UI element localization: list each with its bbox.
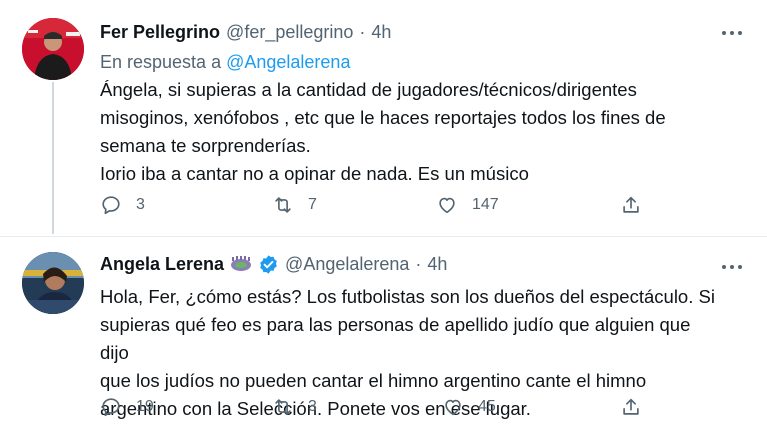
heart-icon (439, 197, 455, 214)
reply-button[interactable]: 3 (100, 194, 145, 216)
reply-icon (102, 196, 120, 215)
separator: · (415, 254, 422, 274)
retweet-count: 3 (308, 398, 317, 415)
reply-count: 19 (136, 398, 154, 415)
tweet-text-line: supieras qué feo es para las personas de… (100, 314, 691, 363)
like-count: 147 (472, 196, 499, 213)
timestamp[interactable]: 4h (427, 254, 447, 275)
reply-icon (102, 398, 120, 417)
tweet-text-line: Ángela, si supieras a la cantidad de jug… (100, 79, 637, 100)
display-name[interactable]: Angela Lerena (100, 254, 224, 275)
tweet-text-line: que los judíos no pueden cantar el himno… (100, 370, 647, 391)
user-handle[interactable]: @Angelalerena (285, 254, 409, 275)
share-icon (623, 196, 639, 213)
tweet-header: Fer Pellegrino @fer_pellegrino · 4h (100, 22, 391, 43)
tweet-text-line: Hola, Fer, ¿cómo estás? Los futbolistas … (100, 286, 715, 307)
tweet-text-line: Iorio iba a cantar no a opinar de nada. … (100, 163, 529, 184)
timestamp[interactable]: 4h (371, 22, 391, 43)
tweet-text-line: semana te sorprenderías. (100, 135, 311, 156)
tweet-angela-lerena[interactable]: Angela Lerena @Angelalerena · 4h Hola, F… (0, 236, 767, 430)
retweet-button[interactable]: 7 (272, 194, 317, 216)
stadium-emoji-icon (230, 255, 252, 275)
more-options-icon[interactable] (721, 258, 743, 269)
separator: · (359, 22, 366, 42)
thread-line (52, 82, 54, 234)
tweet-actions: 3 7 147 (100, 194, 767, 224)
like-count: 45 (478, 398, 496, 415)
like-button[interactable]: 147 (436, 194, 499, 216)
tweet-fer-pellegrino[interactable]: Fer Pellegrino @fer_pellegrino · 4h En r… (0, 0, 767, 236)
like-button[interactable]: 45 (442, 396, 496, 418)
display-name[interactable]: Fer Pellegrino (100, 22, 220, 43)
retweet-button[interactable]: 3 (272, 396, 317, 418)
tweet-actions: 19 3 45 (100, 396, 767, 426)
reply-handle-link[interactable]: @Angelalerena (226, 52, 350, 72)
avatar[interactable] (22, 18, 84, 80)
avatar[interactable] (22, 252, 84, 314)
share-button[interactable] (620, 194, 656, 216)
tweet-text: Ángela, si supieras a la cantidad de jug… (100, 76, 720, 188)
share-button[interactable] (620, 396, 656, 418)
retweet-icon (275, 399, 291, 415)
tweet-header: Angela Lerena @Angelalerena · 4h (100, 254, 447, 275)
retweet-count: 7 (308, 196, 317, 213)
tweet-text-line: misoginos, xenófobos , etc que le haces … (100, 107, 666, 128)
reply-button[interactable]: 19 (100, 396, 154, 418)
reply-count: 3 (136, 196, 145, 213)
replying-to: En respuesta a @Angelalerena (100, 52, 350, 73)
share-icon (623, 398, 639, 415)
retweet-icon (275, 197, 291, 213)
more-options-icon[interactable] (721, 24, 743, 35)
user-handle[interactable]: @fer_pellegrino (226, 22, 353, 43)
heart-icon (445, 399, 461, 416)
verified-badge-icon (258, 254, 279, 275)
reply-prefix: En respuesta a (100, 52, 222, 72)
